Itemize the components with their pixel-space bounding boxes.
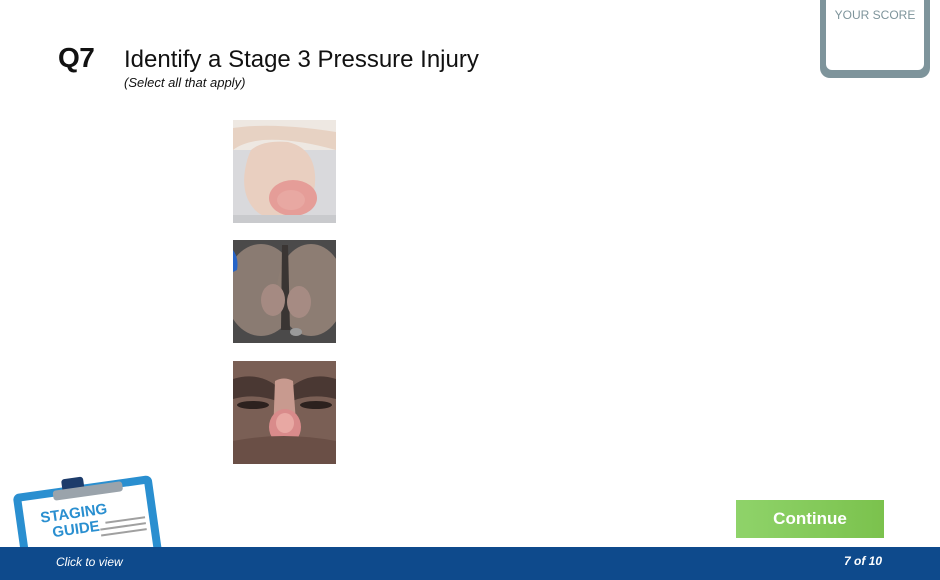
footer-bar: Click to view 7 of 10 [0, 547, 940, 580]
score-label: YOUR SCORE [834, 8, 916, 22]
staging-guide-hint[interactable]: Click to view [56, 555, 123, 569]
staging-guide-button[interactable]: STAGING GUIDE [10, 468, 170, 580]
sacrum-photo-icon [233, 240, 336, 343]
continue-button[interactable]: Continue [736, 500, 884, 538]
clipboard-icon: STAGING GUIDE [13, 475, 163, 580]
score-panel-inner: YOUR SCORE [826, 0, 924, 70]
answer-option-2[interactable] [233, 240, 336, 343]
nose-photo-icon [233, 361, 336, 464]
progress-indicator: 7 of 10 [843, 554, 882, 568]
answer-option-1[interactable] [233, 120, 336, 223]
score-panel: YOUR SCORE [820, 0, 930, 78]
heel-photo-icon [233, 120, 336, 223]
question-number: Q7 [58, 42, 95, 73]
answer-option-3[interactable] [233, 361, 336, 464]
question-instruction: (Select all that apply) [124, 75, 246, 90]
question-title: Identify a Stage 3 Pressure Injury [124, 46, 479, 73]
